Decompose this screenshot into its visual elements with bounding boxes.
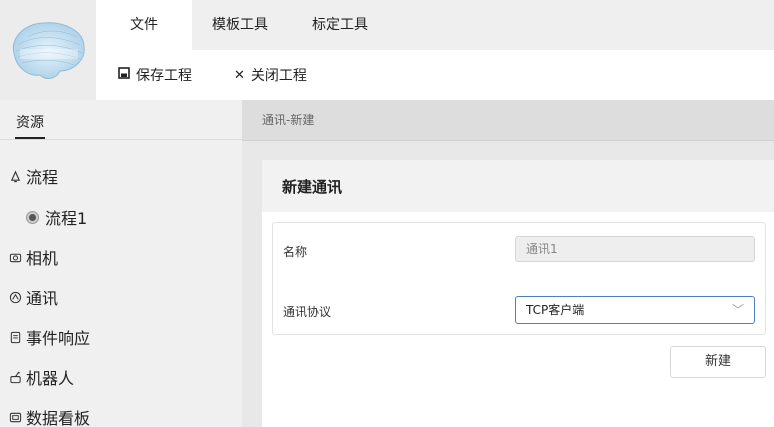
close-icon: ✕ <box>234 67 245 83</box>
menu-tabs: 文件 模板工具 标定工具 <box>96 0 774 50</box>
chevron-down-icon: ﹀ <box>731 303 744 317</box>
sidebar-item-data-board[interactable]: 数据看板 <box>8 405 90 427</box>
close-project-button[interactable]: ✕ 关闭工程 <box>234 65 307 85</box>
protocol-select[interactable]: TCP客户端 ﹀ <box>515 296 755 324</box>
protocol-label: 通讯协议 <box>283 305 332 319</box>
document-icon <box>8 330 22 344</box>
sidebar-item-communication[interactable]: 通讯 <box>8 285 58 309</box>
tab-calibration-tools[interactable]: 标定工具 <box>288 0 392 50</box>
sidebar-item-label: 通讯 <box>26 289 59 308</box>
sidebar-item-event-response[interactable]: 事件响应 <box>8 325 90 349</box>
sidebar-item-label: 流程1 <box>45 209 88 228</box>
sidebar-item-label: 流程 <box>26 168 59 187</box>
radio-dot-icon <box>26 210 39 224</box>
sidebar-item-label: 机器人 <box>26 369 75 388</box>
name-input: 通讯1 <box>515 236 755 262</box>
app-logo <box>0 0 96 100</box>
save-project-button[interactable]: 保存工程 <box>118 65 192 85</box>
breadcrumb: 通讯-新建 <box>242 100 774 141</box>
close-project-label: 关闭工程 <box>250 68 307 84</box>
create-button[interactable]: 新建 <box>670 346 766 378</box>
network-icon <box>8 290 22 304</box>
new-communication-card: 新建通讯 名称 通讯1 通讯协议 TCP客户端 ﹀ 新建 <box>262 160 774 427</box>
save-icon <box>118 67 130 83</box>
card-title: 新建通讯 <box>262 160 774 212</box>
sidebar: 资源 流程 流程1 相机 通讯 事件响应 机器人 数据看板 <box>0 100 242 427</box>
name-label: 名称 <box>283 245 308 259</box>
main-panel: 通讯-新建 新建通讯 名称 通讯1 通讯协议 TCP客户端 ﹀ 新建 <box>242 100 774 427</box>
board-icon <box>8 410 22 424</box>
sidebar-item-label: 数据看板 <box>26 409 91 427</box>
robot-icon <box>8 370 22 384</box>
toolbar: 保存工程 ✕ 关闭工程 <box>96 50 774 100</box>
tab-template-tools[interactable]: 模板工具 <box>192 0 288 50</box>
sidebar-item-camera[interactable]: 相机 <box>8 245 58 269</box>
sidebar-item-flow1[interactable]: 流程1 <box>26 205 87 229</box>
sidebar-item-label: 相机 <box>26 249 59 268</box>
tab-underline <box>15 137 45 139</box>
protocol-value: TCP客户端 <box>526 303 585 317</box>
bell-icon <box>8 169 22 183</box>
tab-file[interactable]: 文件 <box>96 0 192 50</box>
sidebar-item-robot[interactable]: 机器人 <box>8 365 74 389</box>
sidebar-item-flow[interactable]: 流程 <box>8 164 58 188</box>
camera-icon <box>8 250 22 264</box>
sidebar-tabbar: 资源 <box>0 100 242 140</box>
sidebar-item-label: 事件响应 <box>26 329 91 348</box>
communication-form: 名称 通讯1 通讯协议 TCP客户端 ﹀ <box>272 222 766 335</box>
save-project-label: 保存工程 <box>136 68 192 84</box>
tab-resources[interactable]: 资源 <box>16 112 44 132</box>
brain-logo-icon <box>12 22 85 79</box>
